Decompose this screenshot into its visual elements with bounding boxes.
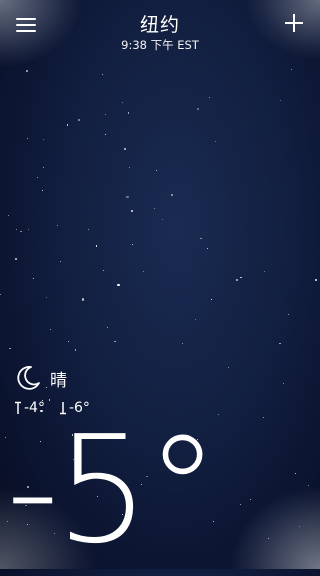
star	[283, 382, 285, 384]
star	[207, 247, 209, 249]
star	[106, 327, 108, 329]
star	[170, 193, 173, 197]
star	[182, 343, 183, 345]
star	[131, 244, 133, 245]
current-condition: 晴	[14, 364, 67, 392]
star	[153, 208, 155, 210]
star	[15, 257, 18, 261]
star	[288, 313, 289, 315]
star	[123, 148, 126, 151]
star	[43, 167, 45, 169]
star	[131, 209, 134, 213]
star	[78, 118, 81, 121]
star	[87, 229, 89, 231]
star	[7, 215, 9, 217]
star	[200, 237, 202, 240]
star	[298, 525, 300, 527]
star	[210, 299, 212, 301]
star	[46, 297, 48, 298]
star	[66, 124, 69, 126]
star	[143, 270, 145, 272]
star	[43, 139, 45, 140]
star	[50, 328, 52, 330]
plus-icon	[285, 14, 303, 32]
star	[314, 279, 318, 282]
star	[307, 485, 309, 487]
star	[290, 69, 292, 71]
star	[60, 261, 61, 263]
add-location-button[interactable]	[282, 12, 306, 36]
current-temperature: -5°	[6, 404, 220, 576]
star	[215, 140, 217, 143]
star	[103, 270, 105, 272]
star	[9, 348, 11, 350]
star	[294, 472, 296, 474]
star	[68, 341, 70, 343]
star	[104, 114, 106, 116]
star	[95, 245, 98, 247]
star	[262, 416, 264, 418]
star	[26, 70, 29, 73]
star	[28, 229, 30, 231]
star	[250, 499, 252, 500]
star	[0, 293, 2, 296]
star	[16, 228, 18, 231]
star	[128, 112, 130, 114]
star	[101, 73, 103, 75]
condition-label: 晴	[50, 370, 67, 391]
star	[41, 189, 43, 191]
star	[27, 138, 28, 140]
star	[105, 133, 106, 135]
star	[56, 225, 58, 226]
star	[227, 366, 229, 368]
star	[263, 271, 265, 273]
star	[122, 101, 123, 103]
city-name: 纽约	[139, 14, 180, 36]
star	[218, 413, 220, 416]
star	[279, 342, 281, 345]
star	[197, 107, 200, 110]
star	[195, 319, 197, 321]
star	[36, 177, 38, 178]
star	[114, 341, 116, 343]
star	[20, 230, 22, 232]
star	[239, 503, 241, 505]
star	[81, 298, 84, 301]
star	[235, 278, 238, 282]
star	[156, 170, 158, 172]
local-time: 9:38 下午 EST	[121, 38, 199, 52]
star	[280, 99, 282, 101]
star	[162, 218, 164, 220]
star	[128, 167, 130, 169]
star	[126, 196, 129, 199]
header: 纽约 9:38 下午 EST	[0, 0, 320, 56]
star	[267, 537, 269, 539]
star	[117, 284, 120, 287]
star	[240, 276, 242, 278]
star	[32, 277, 34, 279]
moon-icon	[17, 366, 40, 390]
star	[75, 349, 77, 351]
star	[209, 96, 210, 98]
